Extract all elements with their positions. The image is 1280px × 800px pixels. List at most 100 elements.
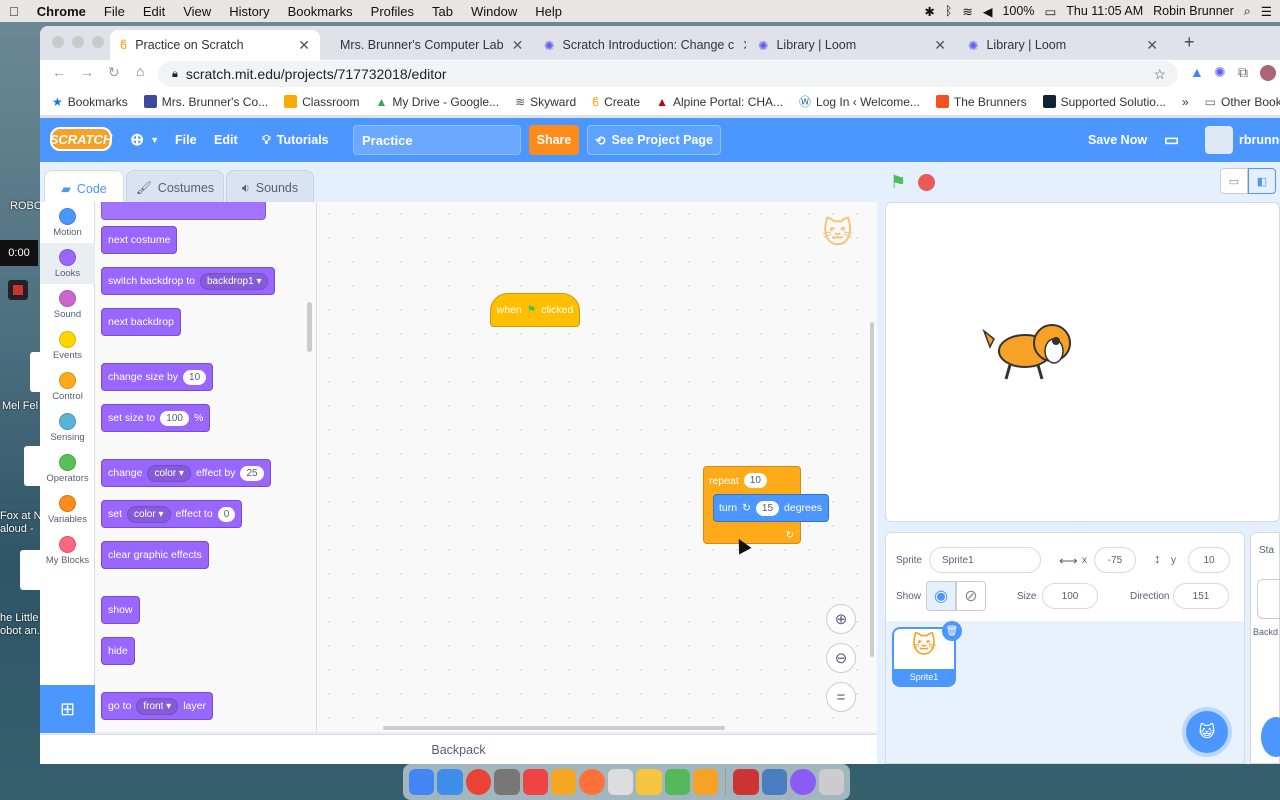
category-events[interactable]: Events [40,325,95,366]
sprite-name-input[interactable]: Sprite1 [929,547,1041,573]
gear-icon[interactable]: ✱ [924,4,934,19]
category-variables[interactable]: Variables [40,489,95,530]
effect-input[interactable]: 25 [240,465,264,481]
document-dock-icon[interactable] [761,769,788,795]
loom-extension-icon[interactable]: ✺ [1214,64,1226,81]
menu-profiles[interactable]: Profiles [362,4,423,19]
bookmark-my-drive[interactable]: ▲ My Drive - Google... [367,95,507,109]
window-controls[interactable] [52,36,104,48]
palette-scrollbar[interactable] [307,302,312,352]
close-icon[interactable]: ✕ [298,37,310,54]
menu-app-name[interactable]: Chrome [28,4,95,19]
menu-file[interactable]: File [95,4,134,19]
bookmark-bookmarks[interactable]: ★ Bookmarks [40,95,136,109]
backpack-bar[interactable]: Backpack [40,734,877,764]
bookmark-brunners[interactable]: The Brunners [928,95,1035,109]
bookmark-classroom[interactable]: Classroom [276,95,367,109]
block-change-effect[interactable]: change color ▾ effect by 25 [101,459,271,487]
turn-degrees-input[interactable]: 15 [755,500,780,516]
size-input[interactable]: 10 [183,369,207,385]
script-hscrollbar[interactable] [383,726,725,730]
green-flag-button[interactable]: ⚑ [890,172,906,193]
menu-view[interactable]: View [174,4,220,19]
bluetooth-icon[interactable]: ᛒ [945,4,953,18]
trash-dock-icon[interactable] [818,769,845,795]
photos-dock-icon[interactable] [551,769,577,795]
extensions-icon[interactable]: ⧉ [1238,64,1248,81]
tab-computer-lab[interactable]: Mrs. Brunner's Computer Lab ✕ [322,30,530,60]
large-stage-button[interactable]: ◧ [1248,168,1276,194]
block-switch-backdrop[interactable]: switch backdrop to backdrop1 ▾ [101,267,276,295]
category-sound[interactable]: Sound [40,284,95,325]
stage-canvas[interactable] [885,202,1280,522]
drive-extension-icon[interactable]: ▲ [1190,64,1204,80]
zoom-in-button[interactable]: ⊕ [826,604,856,634]
share-button[interactable]: Share [529,125,579,155]
direction-input[interactable]: 151 [1173,583,1229,609]
show-visible-button[interactable]: ◉ [926,581,956,611]
battery-icon[interactable]: ▭ [1044,4,1056,19]
wifi-icon[interactable]: ≋ [962,4,972,19]
menu-tab[interactable]: Tab [423,4,462,19]
desktop-label[interactable]: Mel Fel [2,400,38,412]
block-hide[interactable]: hide [101,637,135,665]
category-my-blocks[interactable]: My Blocks [40,530,95,571]
block-show[interactable]: show [101,596,140,624]
control-center-icon[interactable]: ☰ [1261,4,1272,19]
backdrop-dropdown[interactable]: backdrop1 ▾ [199,272,269,290]
bookmark-supported-solutions[interactable]: Supported Solutio... [1035,95,1174,109]
menu-edit[interactable]: Edit [134,4,174,19]
add-extension-button[interactable]: ⊞ [40,685,95,733]
scratch-logo[interactable]: SCRATCH [50,127,112,151]
category-control[interactable]: Control [40,366,95,407]
block-go-to-layer[interactable]: go to front ▾ layer [101,692,213,720]
sprite-thumbnail[interactable]: 🐱︎ Sprite1 🗑︎ [892,621,962,687]
script-area[interactable]: 🐱︎ when ⚑ clicked repeat 10 ↻ turn ↻ 15 … [317,202,877,732]
choose-sprite-button[interactable]: 😺︎ [1186,711,1228,753]
block-next-backdrop[interactable]: next backdrop [101,308,181,336]
notes-dock-icon[interactable] [607,769,634,795]
tab-sounds[interactable]: 🔉︎ Sounds [226,170,314,206]
tutorials-button[interactable]: 💡︎ Tutorials [262,118,329,162]
back-icon[interactable]: ← [52,64,66,80]
size-input[interactable]: 100 [1042,583,1098,609]
choose-backdrop-button[interactable] [1261,717,1280,757]
when-flag-clicked-block[interactable]: when ⚑ clicked [490,293,580,327]
close-icon[interactable]: ✕ [512,37,524,54]
category-sensing[interactable]: Sensing [40,407,95,448]
see-project-page-button[interactable]: ⟲ See Project Page [587,125,721,155]
block-clear-effects[interactable]: clear graphic effects [101,541,209,569]
menu-bookmarks[interactable]: Bookmarks [279,4,362,19]
stage-selector-pane[interactable]: Sta Backd [1250,532,1280,764]
forward-icon[interactable]: → [80,64,94,80]
block-next-costume[interactable]: next costume [101,226,178,254]
desktop-label[interactable]: obot an. [0,625,40,637]
y-position-input[interactable]: 10 [1188,547,1230,573]
zoom-reset-button[interactable]: = [826,682,856,712]
firefox-dock-icon[interactable] [579,769,605,795]
reload-icon[interactable]: ↻ [108,64,120,81]
stage-thumbnail[interactable] [1257,579,1280,619]
menu-history[interactable]: History [220,4,278,19]
effect-dropdown[interactable]: color ▾ [147,464,191,482]
desktop-label[interactable]: aloud - [0,523,34,535]
menu-window[interactable]: Window [462,4,526,19]
acrobat-dock-icon[interactable] [733,769,759,795]
profile-avatar[interactable] [1260,65,1276,81]
bookmark-skyward[interactable]: ≋ Skyward [507,95,584,109]
bookmark-alpine-portal[interactable]: ▲ Alpine Portal: CHA... [648,95,791,109]
messages-dock-icon[interactable] [522,769,549,795]
record-icon[interactable] [8,280,28,300]
home-icon[interactable]: ⌂ [136,63,144,79]
desktop-label[interactable]: he Little [0,612,39,624]
category-operators[interactable]: Operators [40,448,95,489]
finder-dock-icon[interactable] [437,769,463,795]
edit-menu[interactable]: Edit [214,118,238,162]
tab-loom-library-2[interactable]: ✺ Library | Loom ✕ [958,30,1168,60]
user-name[interactable]: Robin Brunner [1153,4,1234,18]
new-tab-icon[interactable]: + [1184,32,1195,53]
project-title-input[interactable]: Practice [353,125,521,155]
tab-scratch-intro[interactable]: ✺ Scratch Introduction: Change c ✕ [534,30,746,60]
x-position-input[interactable]: -75 [1094,547,1136,573]
tab-practice-scratch[interactable]: ϐ Practice on Scratch ✕ [110,30,320,60]
